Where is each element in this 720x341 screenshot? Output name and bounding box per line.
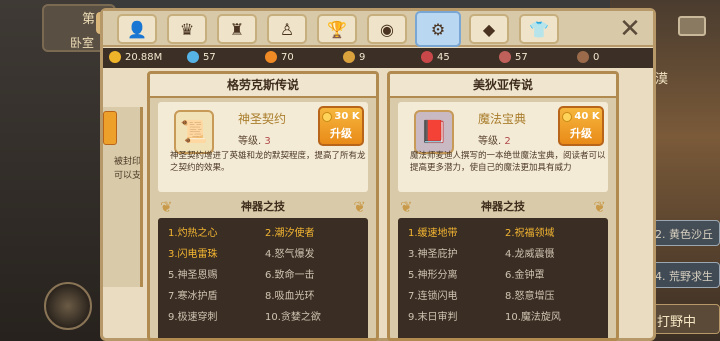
mail-icon[interactable] bbox=[678, 16, 706, 36]
orb-icon: ◉ bbox=[380, 19, 394, 39]
castle-icon: ♜ bbox=[229, 19, 245, 39]
partial-card-text: 被封印 可以支 bbox=[113, 157, 141, 181]
skills-list: 1.缓速地带 2.祝福领域 3.神圣庇护 4.龙威震慑 5.神形分离 6.金钟罩… bbox=[398, 218, 608, 338]
skill-item[interactable]: 8.吸血光环 bbox=[265, 287, 358, 302]
wing-gem-icon bbox=[343, 51, 355, 63]
artifact-name: 魔法宝典 bbox=[478, 112, 527, 126]
orange-orb-icon bbox=[562, 111, 573, 122]
skill-item[interactable]: 2.祝福领域 bbox=[505, 224, 598, 239]
tab-artifact[interactable]: ⚙ bbox=[415, 11, 461, 47]
skill-item[interactable]: 7.连锁闪电 bbox=[408, 287, 501, 302]
tab-castle[interactable]: ♜ bbox=[217, 14, 257, 44]
skill-item[interactable]: 10.魔法旋风 bbox=[505, 308, 598, 323]
skills-list: 1.灼热之心 2.潮汐使者 3.闪电雷珠 4.怒气爆发 5.神圣恩赐 6.致命一… bbox=[158, 218, 368, 338]
guild-badge-icon[interactable] bbox=[44, 282, 92, 330]
tab-crystal[interactable]: ◆ bbox=[469, 14, 509, 44]
person-icon: 👤 bbox=[127, 19, 147, 39]
skill-item[interactable]: 6.金钟罩 bbox=[505, 266, 598, 281]
resource-orange-orb: 70 bbox=[265, 51, 294, 63]
red-gem-icon bbox=[421, 51, 433, 63]
card-title: 美狄亚传说 bbox=[390, 74, 616, 98]
resource-bar: 20.88M 57 70 9 45 57 0 bbox=[103, 48, 653, 68]
tab-crest[interactable]: ♛ bbox=[167, 14, 207, 44]
left-title: 第 bbox=[82, 12, 96, 27]
tab-trophy[interactable]: 🏆 bbox=[317, 14, 357, 44]
skill-item[interactable]: 8.怒意增压 bbox=[505, 287, 598, 302]
ring-icon bbox=[577, 51, 589, 63]
skill-item[interactable]: 10.贪婪之欲 bbox=[265, 308, 358, 323]
gold-coin-icon bbox=[109, 51, 121, 63]
spellbook-icon[interactable]: 📕 bbox=[414, 110, 454, 154]
wing-right-icon: ❦ bbox=[353, 198, 366, 216]
orange-orb-icon bbox=[265, 51, 277, 63]
crest-icon: ♛ bbox=[179, 19, 195, 39]
resource-gold: 20.88M bbox=[109, 51, 162, 63]
scroll-icon[interactable]: 📜 bbox=[174, 110, 214, 154]
skill-item[interactable]: 2.潮汐使者 bbox=[265, 224, 358, 239]
skill-item[interactable]: 5.神形分离 bbox=[408, 266, 501, 281]
artifact-level: 等级. 3 bbox=[238, 136, 271, 147]
skill-item[interactable]: 1.缓速地带 bbox=[408, 224, 501, 239]
artifact-panel: 👤 ♛ ♜ ♙ 🏆 ◉ ⚙ ◆ 👕 ✕ 20.88M 57 70 9 45 57… bbox=[100, 8, 656, 341]
skill-item[interactable]: 4.龙威震慑 bbox=[505, 245, 598, 260]
skill-item[interactable]: 5.神圣恩赐 bbox=[168, 266, 261, 281]
artifact-level: 等级. 2 bbox=[478, 136, 511, 147]
orange-orb-icon bbox=[322, 111, 333, 122]
close-button[interactable]: ✕ bbox=[613, 13, 647, 45]
skill-item[interactable]: 4.怒气爆发 bbox=[265, 245, 358, 260]
resource-ring: 0 bbox=[577, 51, 599, 63]
artifact-description: 神圣契约增进了英雄和龙的默契程度，提高了所有龙之契约的效果。 bbox=[170, 151, 366, 173]
resource-diamond: 57 bbox=[187, 51, 216, 63]
wing-right-icon: ❦ bbox=[593, 198, 606, 216]
upgrade-button-partial[interactable] bbox=[103, 111, 117, 145]
resource-red-gem: 45 bbox=[421, 51, 450, 63]
skill-item[interactable]: 7.寒冰护盾 bbox=[168, 287, 261, 302]
tab-costume[interactable]: 👕 bbox=[519, 14, 559, 44]
artifact-card: 格劳克斯传说 📜 神圣契约 等级. 3 神圣契约增进了英雄和龙的默契程度，提高了… bbox=[147, 71, 379, 341]
artifact-info: 📕 魔法宝典 等级. 2 魔法师麦迪人撰写的一本绝世魔法宝典，阅读者可以提高更多… bbox=[398, 102, 608, 192]
diamond-icon bbox=[187, 51, 199, 63]
figure-icon: ♙ bbox=[279, 19, 295, 39]
stage-item[interactable]: 4. 荒野求生 bbox=[650, 262, 720, 288]
auto-battle-button[interactable]: 打野中 bbox=[650, 304, 720, 334]
skills-header: 神器之技 bbox=[481, 200, 525, 213]
skill-item[interactable]: 1.灼热之心 bbox=[168, 224, 261, 239]
tab-figure[interactable]: ♙ bbox=[267, 14, 307, 44]
artifact-card: 美狄亚传说 📕 魔法宝典 等级. 2 魔法师麦迪人撰写的一本绝世魔法宝典，阅读者… bbox=[387, 71, 619, 341]
left-subtitle: 卧室 bbox=[70, 36, 95, 50]
shirt-icon: 👕 bbox=[529, 19, 549, 39]
artifact-description: 魔法师麦迪人撰写的一本绝世魔法宝典，阅读者可以提高更多潜力，使自己的魔法更加具有… bbox=[410, 151, 606, 173]
left-background: 第 卧室 bbox=[0, 0, 120, 341]
tab-orb[interactable]: ◉ bbox=[367, 14, 407, 44]
close-icon: ✕ bbox=[619, 14, 641, 44]
tab-bar: 👤 ♛ ♜ ♙ 🏆 ◉ ⚙ ◆ 👕 ✕ bbox=[103, 11, 653, 47]
skills-header: 神器之技 bbox=[241, 200, 285, 213]
crystal-icon: ◆ bbox=[482, 19, 496, 39]
artifact-card-partial[interactable]: 被封印 可以支 bbox=[103, 107, 143, 287]
skill-item[interactable]: 6.致命一击 bbox=[265, 266, 358, 281]
trophy-icon: 🏆 bbox=[327, 19, 347, 39]
stage-item[interactable]: 2. 黄色沙丘 bbox=[650, 220, 720, 246]
resource-pink-gem: 57 bbox=[499, 51, 528, 63]
tab-hero[interactable]: 👤 bbox=[117, 14, 157, 44]
skill-item[interactable]: 9.极速穿刺 bbox=[168, 308, 261, 323]
skill-item[interactable]: 3.神圣庇护 bbox=[408, 245, 501, 260]
upgrade-button[interactable]: 30 K 升级 bbox=[318, 106, 364, 146]
gem-gear-icon: ⚙ bbox=[430, 19, 446, 39]
upgrade-button[interactable]: 40 K 升级 bbox=[558, 106, 604, 146]
skill-item[interactable]: 3.闪电雷珠 bbox=[168, 245, 261, 260]
resource-wing-gem: 9 bbox=[343, 51, 365, 63]
card-title: 格劳克斯传说 bbox=[150, 74, 376, 98]
artifact-info: 📜 神圣契约 等级. 3 神圣契约增进了英雄和龙的默契程度，提高了所有龙之契约的… bbox=[158, 102, 368, 192]
artifact-name: 神圣契约 bbox=[238, 112, 287, 126]
skill-item[interactable]: 9.末日审判 bbox=[408, 308, 501, 323]
pink-gem-icon bbox=[499, 51, 511, 63]
